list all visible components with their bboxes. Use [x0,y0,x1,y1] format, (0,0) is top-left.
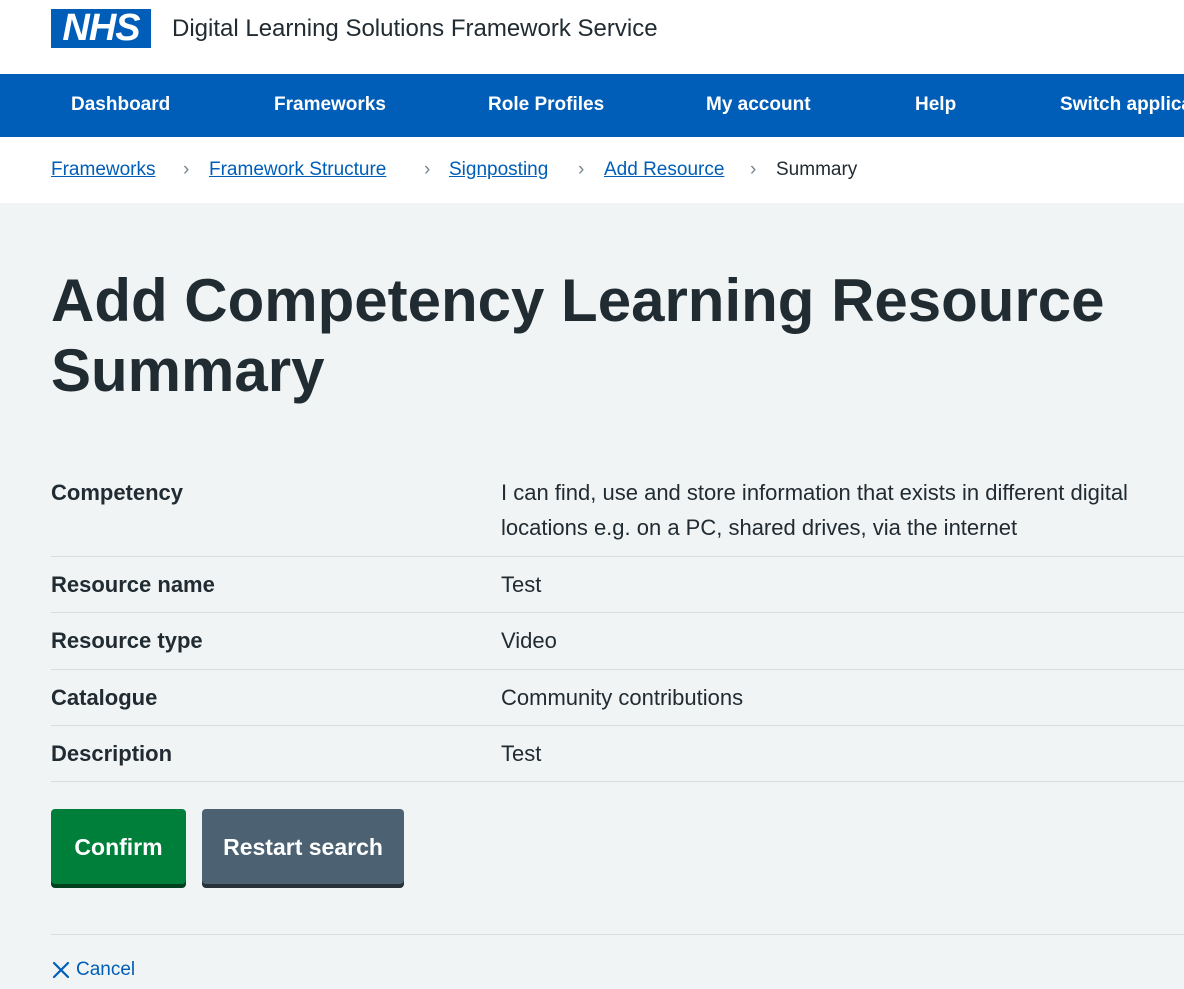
cancel-label: Cancel [76,959,136,980]
summary-value: Test [501,741,542,766]
primary-navigation: Dashboard Frameworks Role Profiles My ac… [0,74,1184,137]
summary-value: I can find, use and store information th… [501,480,1128,540]
summary-row-resource-type: Resource type Video [51,613,1184,670]
breadcrumb-framework-structure[interactable]: Framework Structure [209,158,386,182]
nav-item-help[interactable]: Help [915,93,956,117]
site-header: NHS Digital Learning Solutions Framework… [0,0,1184,74]
summary-key: Catalogue [51,685,158,710]
summary-row-description: Description Test [51,726,1184,782]
summary-value: Test [501,572,542,597]
nav-item-my-account[interactable]: My account [706,93,811,117]
chevron-right-icon: › [424,159,431,180]
cancel-link[interactable]: Cancel [51,958,135,982]
chevron-right-icon: › [578,159,585,180]
summary-value: Video [501,628,557,653]
divider [51,934,1184,935]
nhs-logo[interactable]: NHS [51,9,151,48]
summary-value: Community contributions [501,685,744,710]
nav-item-dashboard[interactable]: Dashboard [71,93,170,117]
summary-key: Competency [51,480,184,505]
confirm-button[interactable]: Confirm [51,809,186,884]
restart-search-button[interactable]: Restart search [202,809,404,884]
summary-key: Resource type [51,628,203,653]
breadcrumb: Frameworks › Framework Structure › Signp… [0,137,1184,203]
summary-row-competency: Competency I can find, use and store inf… [51,473,1184,557]
chevron-right-icon: › [750,159,757,180]
summary-list: Competency I can find, use and store inf… [51,473,1184,782]
nav-item-role-profiles[interactable]: Role Profiles [488,93,604,117]
summary-key: Description [51,741,173,766]
summary-row-catalogue: Catalogue Community contributions [51,670,1184,726]
summary-key: Resource name [51,572,215,597]
nav-item-switch-application[interactable]: Switch application [1060,93,1184,117]
page-title: Add Competency Learning Resource Summary [51,267,1105,404]
nav-item-frameworks[interactable]: Frameworks [274,93,386,117]
service-name[interactable]: Digital Learning Solutions Framework Ser… [172,14,658,44]
summary-row-resource-name: Resource name Test [51,557,1184,613]
chevron-right-icon: › [183,159,190,180]
breadcrumb-signposting[interactable]: Signposting [449,158,548,182]
breadcrumb-frameworks[interactable]: Frameworks [51,158,156,182]
close-icon [52,961,70,979]
breadcrumb-add-resource[interactable]: Add Resource [604,158,724,182]
breadcrumb-current: Summary [776,159,858,180]
